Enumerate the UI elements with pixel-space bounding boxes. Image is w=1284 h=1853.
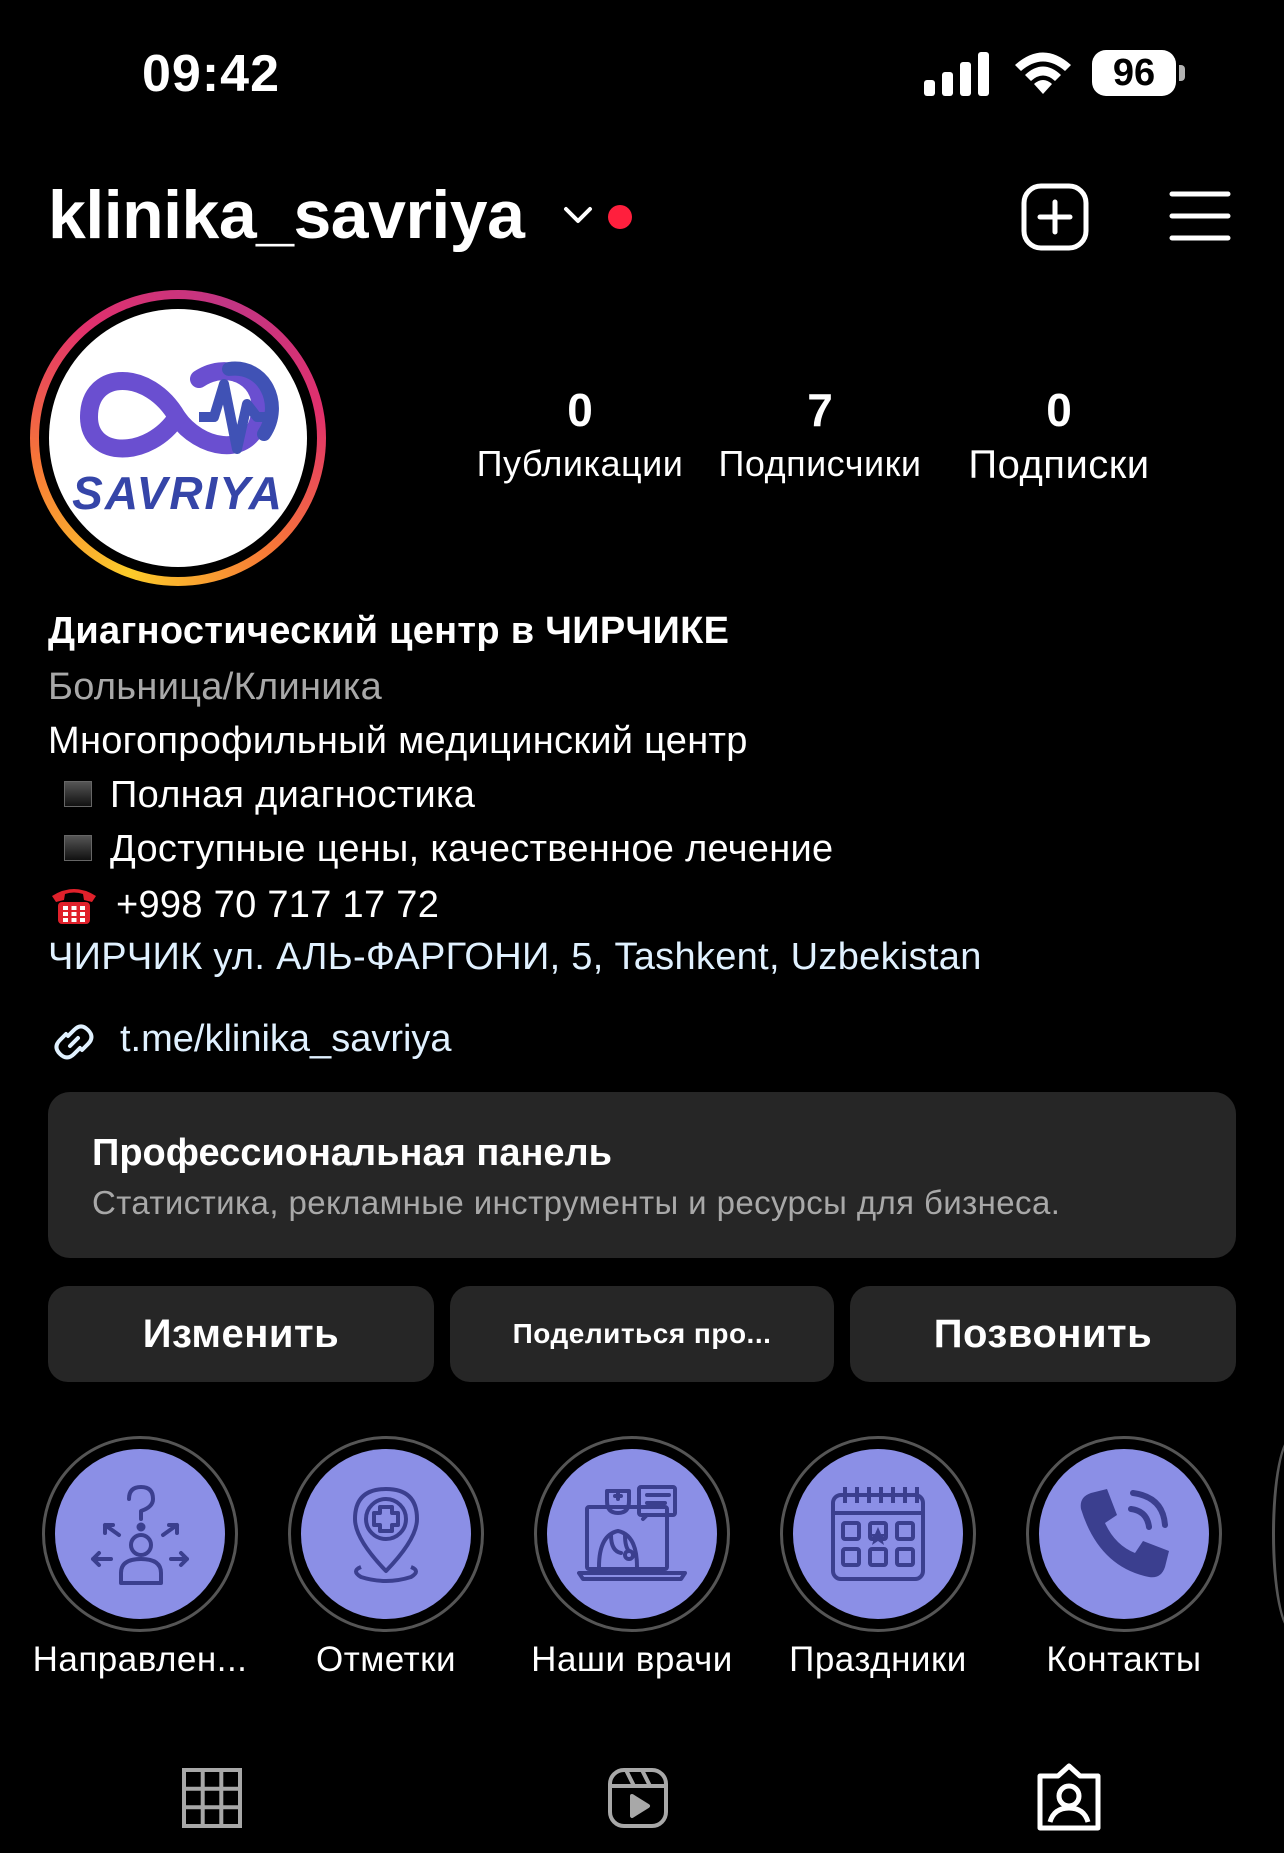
telephone-icon [52, 889, 96, 924]
logo-text: SAVRIYA [72, 467, 284, 519]
savriya-logo: SAVRIYA [49, 309, 307, 567]
directions-icon [91, 1485, 189, 1585]
highlight-holidays[interactable] [780, 1436, 976, 1632]
phone-icon [1080, 1489, 1169, 1578]
battery-indicator: 96 [1092, 50, 1185, 96]
create-post-icon[interactable] [1020, 182, 1090, 252]
highlight-tags[interactable] [288, 1436, 484, 1632]
pro-panel-subtitle: Статистика, рекламные инструменты и ресу… [92, 1184, 1061, 1221]
menu-icon[interactable] [1168, 188, 1232, 244]
black-square-icon [64, 834, 92, 861]
posts-grid-icon[interactable] [180, 1766, 244, 1830]
cellular-signal-icon [924, 52, 989, 96]
stat-followers[interactable]: 7 Подписчики [710, 385, 930, 485]
highlight-partial[interactable] [1272, 1436, 1284, 1632]
notification-dot [608, 205, 632, 229]
bio-line-text: Полная диагностика [110, 774, 476, 816]
bio-line-text: Доступные цены, качественное лечение [110, 828, 834, 870]
highlight-label: Наши врачи [531, 1640, 733, 1679]
highlight-label: Направлен... [32, 1640, 248, 1679]
reels-icon[interactable] [606, 1766, 670, 1830]
profile-address[interactable]: ЧИРЧИК ул. АЛЬ-ФАРГОНИ, 5, Tashkent, Uzb… [48, 936, 982, 979]
bio-phone-line: +998 70 717 17 72 [48, 882, 439, 932]
pro-panel-title: Профессиональная панель [92, 1132, 613, 1174]
wifi-icon [1015, 52, 1071, 94]
highlight-label: Контакты [1046, 1640, 1202, 1679]
profile-display-name: Диагностический центр в ЧИРЧИКЕ [48, 610, 730, 652]
stat-posts-count: 0 [567, 384, 593, 436]
stat-following-count: 0 [1046, 384, 1072, 436]
professional-dashboard-card[interactable]: Профессиональная панель Статистика, рекл… [48, 1092, 1236, 1258]
highlight-label: Праздники [789, 1640, 967, 1679]
bio-line: Доступные цены, качественное лечение [48, 828, 834, 871]
medical-pin-icon [353, 1487, 419, 1583]
highlight-directions[interactable] [42, 1436, 238, 1632]
stat-posts[interactable]: 0 Публикации [470, 385, 690, 485]
calendar-icon [831, 1487, 925, 1581]
highlight-label: Отметки [315, 1640, 456, 1679]
phone-number[interactable]: +998 70 717 17 72 [116, 884, 439, 926]
stat-followers-label: Подписчики [718, 443, 922, 484]
profile-category: Больница/Клиника [48, 666, 383, 708]
bio-line: Многопрофильный медицинский центр [48, 720, 748, 762]
call-button[interactable]: Позвонить [850, 1286, 1236, 1382]
share-profile-button[interactable]: Поделиться про... [450, 1286, 834, 1382]
account-username[interactable]: klinika_savriya [48, 176, 525, 254]
link-icon [54, 1024, 94, 1060]
stat-posts-label: Публикации [476, 443, 684, 484]
battery-level: 96 [1092, 50, 1176, 96]
stat-following-label: Подписки [968, 443, 1150, 487]
profile-avatar[interactable]: SAVRIYA [30, 290, 326, 586]
highlight-contacts[interactable] [1026, 1436, 1222, 1632]
status-time: 09:42 [142, 45, 280, 103]
chevron-down-icon[interactable] [560, 200, 596, 230]
stat-following[interactable]: 0 Подписки [952, 385, 1166, 488]
tagged-icon[interactable] [1036, 1762, 1102, 1832]
black-square-icon [64, 780, 92, 807]
link-text[interactable]: t.me/klinika_savriya [120, 1018, 452, 1061]
highlight-our-doctors[interactable] [534, 1436, 730, 1632]
stat-followers-count: 7 [807, 384, 833, 436]
bio-line: Полная диагностика [48, 774, 475, 817]
edit-profile-button[interactable]: Изменить [48, 1286, 434, 1382]
doctor-icon [577, 1485, 687, 1581]
